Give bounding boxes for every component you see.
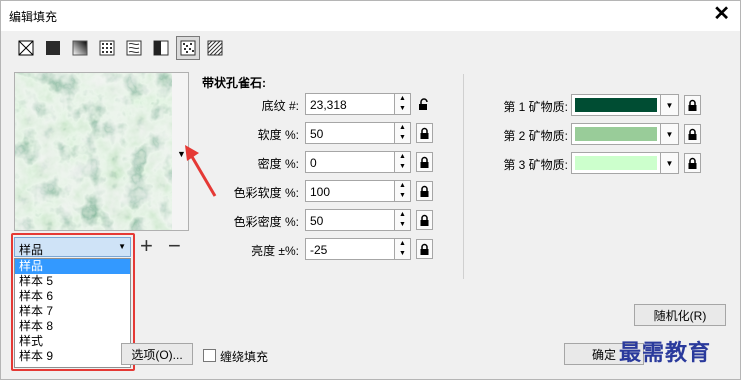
chevron-down-icon[interactable]: ▼ xyxy=(660,152,679,174)
param-value: -25 xyxy=(310,243,328,257)
randomize-button[interactable]: 随机化(R) xyxy=(634,304,726,326)
no-fill-icon[interactable] xyxy=(14,36,38,60)
tile-fill-label: 缠绕填充 xyxy=(220,350,269,364)
spinner-buttons[interactable]: ▲ ▼ xyxy=(394,209,411,231)
tile-fill-checkbox[interactable] xyxy=(203,349,216,362)
texture-preview-panel: ▼ xyxy=(14,72,189,231)
param-label: 底纹 #: xyxy=(261,99,299,113)
window-title: 编辑填充 xyxy=(9,10,58,24)
list-item[interactable]: 样品 xyxy=(15,259,130,274)
lock-icon[interactable] xyxy=(684,95,701,115)
up-arrow-icon[interactable]: ▲ xyxy=(395,181,410,191)
options-button[interactable]: 选项(O)... xyxy=(121,343,193,365)
texture-preview xyxy=(15,73,172,230)
list-item[interactable]: 样本 5 xyxy=(15,274,130,289)
down-arrow-icon[interactable]: ▼ xyxy=(395,191,410,201)
mineral-1-swatch xyxy=(575,98,657,112)
param-value: 50 xyxy=(310,127,324,141)
fountain-fill-icon[interactable] xyxy=(68,36,92,60)
lock-icon[interactable] xyxy=(684,124,701,144)
density-field[interactable]: 0 xyxy=(305,151,408,173)
down-arrow-icon[interactable]: ▼ xyxy=(395,162,410,172)
down-arrow-icon[interactable]: ▼ xyxy=(395,220,410,230)
up-arrow-icon[interactable]: ▲ xyxy=(395,123,410,133)
library-selected: 样品 xyxy=(19,243,44,257)
brightness-field[interactable]: -25 xyxy=(305,238,408,260)
mineral-3-swatch xyxy=(575,156,657,170)
param-value: 0 xyxy=(310,156,317,170)
list-item[interactable]: 样本 9 xyxy=(15,349,130,364)
up-arrow-icon[interactable]: ▲ xyxy=(395,94,410,104)
color-density-field[interactable]: 50 xyxy=(305,209,408,231)
texture-number-field[interactable]: 23,318 xyxy=(305,93,408,115)
mineral-1-label: 第 1 矿物质: xyxy=(503,100,568,114)
mineral-3-color[interactable] xyxy=(571,152,661,174)
unlock-icon[interactable] xyxy=(415,94,432,114)
lock-icon[interactable] xyxy=(416,181,433,201)
vector-pattern-fill-icon[interactable] xyxy=(95,36,119,60)
param-label: 软度 %: xyxy=(257,128,299,142)
spinner-buttons[interactable]: ▲ ▼ xyxy=(394,93,411,115)
remove-icon[interactable]: − xyxy=(168,235,181,257)
param-value: 23,318 xyxy=(310,98,347,112)
up-arrow-icon[interactable]: ▲ xyxy=(395,210,410,220)
edit-fill-dialog: 编辑填充 ✕ ▼ 样品 ▼ + − 样品 样本 5 样本 6 样本 7 样本 8… xyxy=(0,0,741,380)
param-label: 色彩软度 %: xyxy=(233,186,299,200)
mineral-3-label: 第 3 矿物质: xyxy=(503,158,568,172)
lock-icon[interactable] xyxy=(684,153,701,173)
list-item[interactable]: 样本 8 xyxy=(15,319,130,334)
add-icon[interactable]: + xyxy=(140,235,153,257)
uniform-fill-icon[interactable] xyxy=(41,36,65,60)
down-arrow-icon[interactable]: ▼ xyxy=(395,133,410,143)
list-item[interactable]: 样本 6 xyxy=(15,289,130,304)
separator xyxy=(463,74,464,279)
two-color-pattern-fill-icon[interactable] xyxy=(149,36,173,60)
up-arrow-icon[interactable]: ▲ xyxy=(395,239,410,249)
down-arrow-icon[interactable]: ▼ xyxy=(395,104,410,114)
down-arrow-icon[interactable]: ▼ xyxy=(395,249,410,259)
mineral-1-color[interactable] xyxy=(571,94,661,116)
param-value: 50 xyxy=(310,214,324,228)
watermark-logo: 最需教育 xyxy=(619,340,712,366)
mineral-2-label: 第 2 矿物质: xyxy=(503,129,568,143)
param-label: 亮度 ±%: xyxy=(251,244,299,258)
texture-fill-icon[interactable] xyxy=(176,36,200,60)
texture-name: 带状孔雀石: xyxy=(202,76,266,90)
lock-icon[interactable] xyxy=(416,210,433,230)
param-value: 100 xyxy=(310,185,331,199)
spinner-buttons[interactable]: ▲ ▼ xyxy=(394,122,411,144)
mineral-2-color[interactable] xyxy=(571,123,661,145)
mineral-2-swatch xyxy=(575,127,657,141)
lock-icon[interactable] xyxy=(416,123,433,143)
chevron-down-icon[interactable]: ▼ xyxy=(660,94,679,116)
spinner-buttons[interactable]: ▲ ▼ xyxy=(394,180,411,202)
bitmap-pattern-fill-icon[interactable] xyxy=(122,36,146,60)
list-item[interactable]: 样本 7 xyxy=(15,304,130,319)
library-dropdown[interactable]: 样品 ▼ xyxy=(14,237,131,257)
title-bar: 编辑填充 ✕ xyxy=(1,1,740,31)
lock-icon[interactable] xyxy=(416,152,433,172)
library-list: 样品 样本 5 样本 6 样本 7 样本 8 样式 样本 9 xyxy=(14,258,131,368)
param-label: 密度 %: xyxy=(257,157,299,171)
close-icon[interactable]: ✕ xyxy=(713,4,730,24)
spinner-buttons[interactable]: ▲ ▼ xyxy=(394,238,411,260)
chevron-down-icon: ▼ xyxy=(118,242,126,251)
up-arrow-icon[interactable]: ▲ xyxy=(395,152,410,162)
postscript-fill-icon[interactable] xyxy=(203,36,227,60)
list-item[interactable]: 样式 xyxy=(15,334,130,349)
chevron-down-icon[interactable]: ▼ xyxy=(660,123,679,145)
lock-icon[interactable] xyxy=(416,239,433,259)
param-label: 色彩密度 %: xyxy=(233,215,299,229)
softness-field[interactable]: 50 xyxy=(305,122,408,144)
spinner-buttons[interactable]: ▲ ▼ xyxy=(394,151,411,173)
color-softness-field[interactable]: 100 xyxy=(305,180,408,202)
